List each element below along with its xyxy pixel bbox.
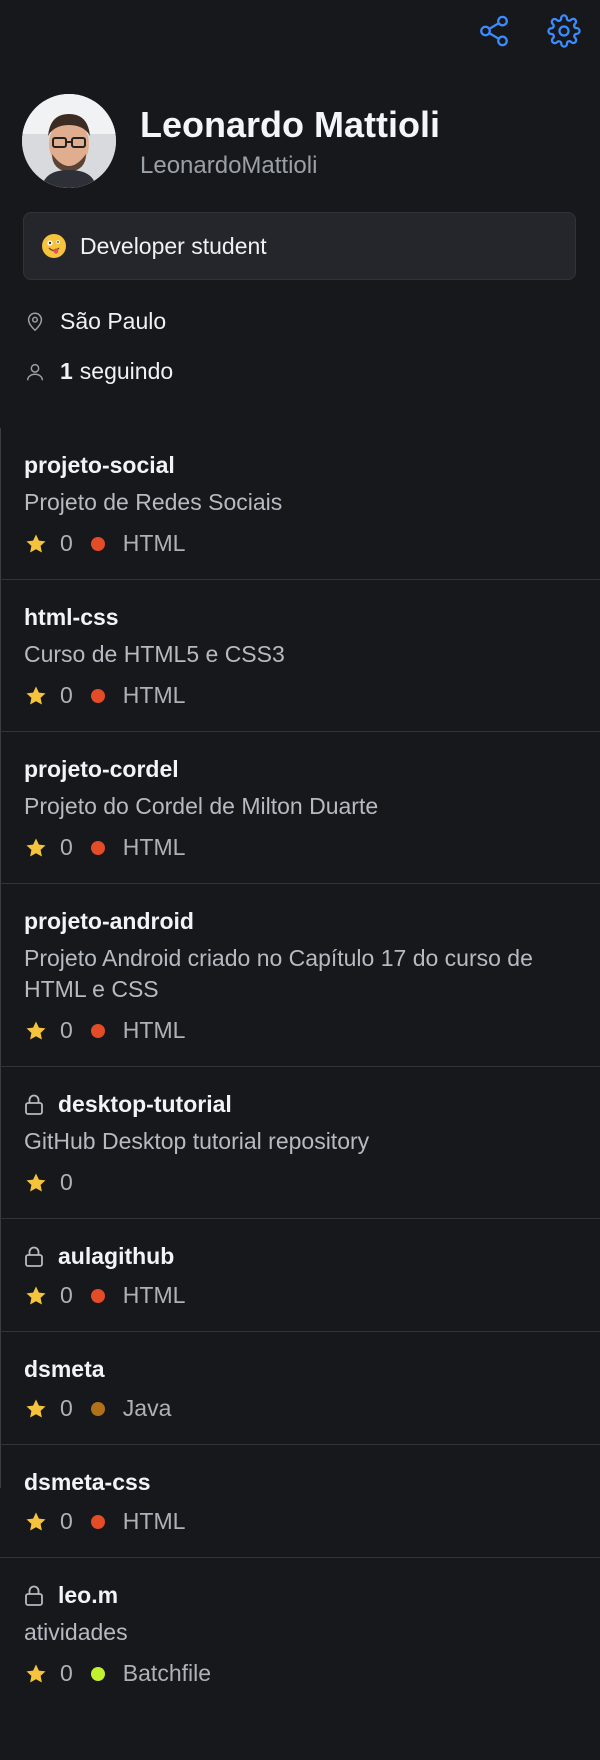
language-dot [90, 688, 105, 703]
star-count: 0 [60, 682, 73, 708]
star-icon [26, 1173, 46, 1191]
share-icon[interactable] [477, 14, 511, 48]
repo-language: HTML [122, 1017, 186, 1043]
repo-item[interactable]: aulagithub 0 HTML [0, 1218, 600, 1331]
repo-item[interactable]: projeto-android Projeto Android criado no… [0, 883, 600, 1066]
repo-language: HTML [122, 1282, 186, 1308]
repo-meta: 0 HTML [24, 530, 576, 557]
star-count: 0 [60, 1508, 73, 1534]
star-count: 0 [60, 1282, 73, 1308]
repo-title-row: aulagithub [24, 1243, 576, 1270]
repo-item[interactable]: html-css Curso de HTML5 e CSS3 0 HTML [0, 579, 600, 731]
repo-meta: 0 HTML [24, 1508, 576, 1535]
star-count: 0 [60, 1017, 73, 1043]
top-bar [0, 0, 600, 64]
following-row[interactable]: 1 seguindo [24, 358, 173, 385]
language-dot [90, 1023, 105, 1038]
language-dot [90, 536, 105, 551]
avatar[interactable] [22, 94, 116, 188]
repository-list: projeto-social Projeto de Redes Sociais 0 H… [0, 428, 600, 1709]
repo-language: Batchfile [122, 1660, 212, 1686]
language-dot [90, 1288, 105, 1303]
repo-title-row: leo.m [24, 1582, 576, 1609]
repo-meta: 0 HTML [24, 1017, 576, 1044]
profile-username: LeonardoMattioli [140, 152, 318, 179]
repo-name[interactable]: leo.m [58, 1582, 118, 1609]
zany-face-icon [42, 234, 66, 258]
repo-description: atividades [24, 1619, 128, 1645]
star-count: 0 [60, 1660, 73, 1686]
following-count: 1 [60, 358, 73, 384]
repo-title-row: desktop-tutorial [24, 1091, 576, 1118]
repo-name[interactable]: projeto-cordel [24, 756, 179, 783]
star-icon [26, 1664, 46, 1682]
following-label: seguindo [79, 358, 174, 384]
repo-item[interactable]: dsmeta-css 0 HTML [0, 1444, 600, 1557]
repo-meta: 0 Java [24, 1395, 576, 1422]
repo-name[interactable]: desktop-tutorial [58, 1091, 232, 1118]
star-icon [26, 838, 46, 856]
repo-language: Java [122, 1395, 172, 1421]
repo-title-row: dsmeta [24, 1356, 576, 1383]
repo-item[interactable]: projeto-cordel Projeto do Cordel de Milto… [0, 731, 600, 883]
star-icon [26, 686, 46, 704]
repo-language: HTML [122, 1508, 186, 1534]
person-icon [26, 363, 44, 380]
gear-icon[interactable] [547, 14, 581, 48]
repo-description: Projeto do Cordel de Milton Duarte [24, 793, 379, 819]
repo-title-row: projeto-cordel [24, 756, 576, 783]
star-icon [26, 1512, 46, 1530]
repo-name[interactable]: projeto-social [24, 452, 175, 479]
location-text: São Paulo [60, 308, 167, 334]
repo-meta: 0 HTML [24, 1282, 576, 1309]
repo-item[interactable]: dsmeta 0 Java [0, 1331, 600, 1444]
location-pin-icon [27, 312, 43, 331]
repo-meta: 0 [24, 1169, 576, 1196]
repo-language: HTML [122, 682, 186, 708]
repo-description: Projeto Android criado no Capítulo 17 do… [24, 945, 533, 1002]
repo-title-row: dsmeta-css [24, 1469, 576, 1496]
star-icon [26, 534, 46, 552]
repo-language: HTML [122, 530, 186, 556]
language-dot [90, 840, 105, 855]
repo-name[interactable]: aulagithub [58, 1243, 174, 1270]
status-box[interactable]: Developer student [23, 212, 576, 280]
language-dot [90, 1514, 105, 1529]
profile-name: Leonardo Mattioli [140, 104, 440, 145]
repo-title-row: projeto-android [24, 908, 576, 935]
repo-name[interactable]: dsmeta [24, 1356, 105, 1383]
lock-icon [25, 1094, 43, 1115]
repo-description: Projeto de Redes Sociais [24, 489, 283, 515]
repo-title-row: projeto-social [24, 452, 576, 479]
repo-name[interactable]: html-css [24, 604, 119, 631]
repo-description: Curso de HTML5 e CSS3 [24, 641, 285, 667]
repo-item[interactable]: projeto-social Projeto de Redes Sociais 0 H… [0, 428, 600, 579]
star-icon [26, 1286, 46, 1304]
repo-name[interactable]: projeto-android [24, 908, 194, 935]
repo-meta: 0 Batchfile [24, 1660, 576, 1687]
lock-icon [25, 1246, 43, 1267]
language-dot [90, 1666, 105, 1681]
repo-description: GitHub Desktop tutorial repository [24, 1128, 370, 1154]
star-count: 0 [60, 530, 73, 556]
repo-meta: 0 HTML [24, 834, 576, 861]
repo-item[interactable]: leo.m atividades 0 Batchfile [0, 1557, 600, 1709]
status-text: Developer student [80, 232, 267, 259]
location-row: São Paulo [24, 308, 166, 335]
star-count: 0 [60, 1395, 73, 1421]
repo-meta: 0 HTML [24, 682, 576, 709]
repo-language: HTML [122, 834, 186, 860]
star-icon [26, 1021, 46, 1039]
star-icon [26, 1399, 46, 1417]
language-dot [90, 1401, 105, 1416]
star-count: 0 [60, 834, 73, 860]
lock-icon [25, 1585, 43, 1606]
repo-title-row: html-css [24, 604, 576, 631]
star-count: 0 [60, 1169, 73, 1195]
repo-item[interactable]: desktop-tutorial GitHub Desktop tutorial … [0, 1066, 600, 1218]
repo-name[interactable]: dsmeta-css [24, 1469, 151, 1496]
